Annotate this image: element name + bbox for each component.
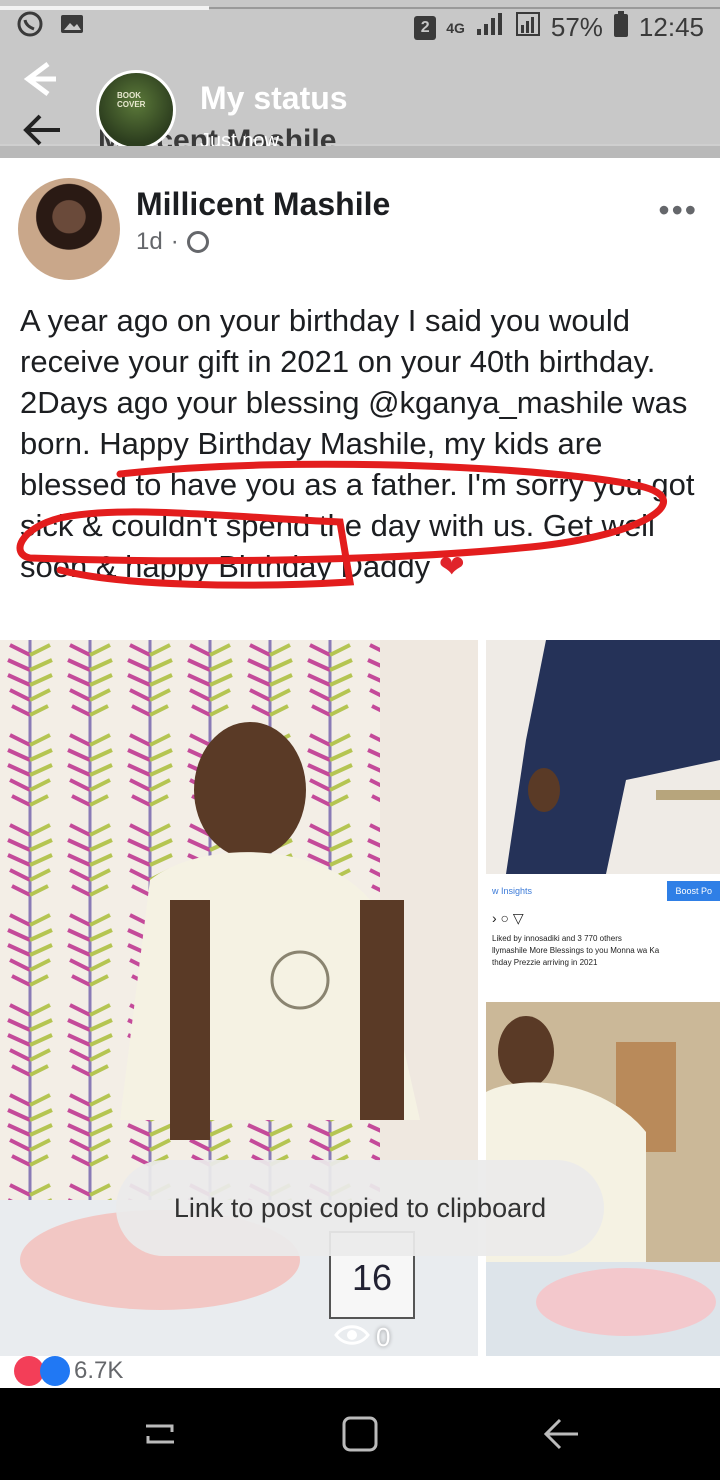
whatsapp-icon	[16, 10, 44, 45]
crib-number: 16	[352, 1257, 392, 1298]
views-counter[interactable]: 0	[334, 1322, 390, 1353]
recent-apps-icon[interactable]	[138, 1412, 182, 1456]
back-icon[interactable]	[538, 1412, 582, 1456]
ig-action-icons: › ○ ▽	[492, 910, 524, 926]
instagram-screenshot: w Insights Boost Po › ○ ▽ Liked by innos…	[486, 878, 720, 1002]
more-options-icon: •••	[658, 192, 698, 228]
status-avatar[interactable]: BOOK COVER	[96, 70, 176, 150]
author-name: Millicent Mashile	[136, 186, 391, 222]
clipboard-toast: Link to post copied to clipboard	[116, 1160, 604, 1256]
sim-icon: 2	[414, 15, 437, 40]
author-avatar	[18, 178, 120, 280]
ig-insights: w Insights	[492, 886, 533, 896]
network-type: 4G	[446, 19, 465, 36]
story-header: Millicent Mashile BOOK COVER My status J…	[0, 48, 720, 157]
battery-icon	[613, 10, 629, 45]
ig-caption-2: thday Prezzie arriving in 2021	[492, 958, 598, 967]
ig-boost: Boost Po	[667, 881, 720, 901]
heart-emoji: ❤	[438, 549, 465, 584]
signal-icon-2	[515, 11, 541, 44]
reaction-count: 6.7K	[74, 1357, 124, 1384]
ig-caption: llymashile More Blessings to you Monna w…	[492, 946, 660, 955]
eye-icon	[334, 1322, 370, 1353]
navigation-bar	[0, 1388, 720, 1480]
post-meta: 1d ·	[136, 228, 209, 256]
status-bar: 2 4G 57% 12:45	[0, 0, 720, 48]
globe-icon	[186, 231, 209, 253]
back-arrow-icon[interactable]	[18, 58, 60, 109]
reaction-summary: 6.7K	[14, 1354, 123, 1388]
gallery-icon	[58, 10, 86, 45]
meta-separator: ·	[170, 228, 179, 255]
story-progress-track	[208, 7, 720, 9]
story-title: My status	[200, 80, 348, 116]
post-body: A year ago on your birthday I said you w…	[20, 300, 710, 587]
ig-liked-by: Liked by innosadiki and 3 770 others	[492, 934, 622, 943]
like-reaction-icon	[40, 1356, 70, 1386]
home-icon[interactable]	[338, 1412, 382, 1456]
photo-suit	[486, 640, 720, 874]
battery-level: 57%	[550, 12, 603, 42]
post-text: A year ago on your birthday I said you w…	[20, 303, 695, 584]
clock: 12:45	[638, 12, 704, 42]
signal-icon	[475, 11, 505, 44]
post-age: 1d	[136, 228, 163, 255]
views-count: 0	[376, 1322, 391, 1352]
divider	[0, 146, 720, 158]
